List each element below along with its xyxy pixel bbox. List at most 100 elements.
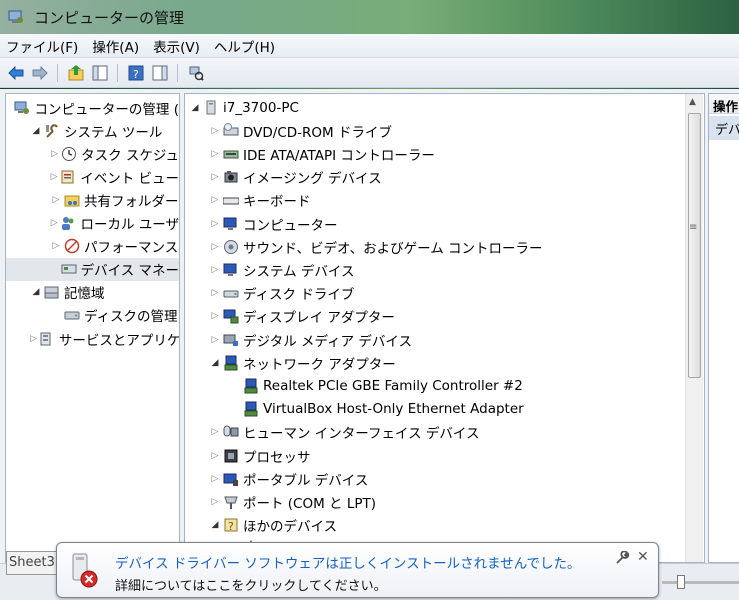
clock-icon (61, 146, 77, 162)
notification-balloon[interactable]: デバイス ドライバー ソフトウェアは正しくインストールされませんでした。 詳細に… (56, 542, 659, 598)
expanded-arrow-icon[interactable]: ◢ (30, 126, 42, 136)
actions-pane: 操作 デバ (708, 93, 739, 563)
device-tree-item-label: ほかのデバイス (243, 519, 338, 536)
collapsed-arrow-icon[interactable]: ▷ (209, 126, 221, 136)
console-tree-item-label: タスク スケジュ (81, 147, 179, 164)
device-tree-item-row[interactable]: ▷ ポータブル デバイス (185, 467, 704, 490)
expanded-arrow-icon[interactable]: ◢ (30, 287, 42, 297)
collapsed-arrow-icon[interactable]: ▷ (209, 172, 221, 182)
storage-icon (44, 284, 60, 300)
shared-folder-icon (64, 192, 80, 208)
device-tree-item-row[interactable]: ▷ システム デバイス (185, 258, 704, 281)
menu-help[interactable]: ヘルプ(H) (214, 36, 275, 56)
wrench-icon[interactable] (615, 551, 629, 565)
toolbar: ? (0, 58, 739, 88)
console-tree-item-row[interactable]: デバイス マネー (6, 257, 179, 281)
collapsed-arrow-icon[interactable]: ▷ (209, 288, 221, 298)
collapsed-arrow-icon[interactable]: ▷ (50, 149, 59, 159)
device-tree-item-row[interactable]: ▷ IDE ATA/ATAPI コントローラー (185, 142, 704, 165)
device-tree-item-row[interactable]: ▷ デジタル メディア デバイス (185, 328, 704, 351)
collapsed-arrow-icon[interactable]: ▷ (209, 451, 221, 461)
menu-action[interactable]: 操作(A) (92, 36, 139, 56)
balloon-title: デバイス ドライバー ソフトウェアは正しくインストールされませんでした。 (115, 556, 581, 572)
device-tree-item-row[interactable]: ▷ ディスク ドライブ (185, 282, 704, 305)
device-tree-item-row[interactable]: ▷ ヒューマン インターフェイス デバイス (185, 421, 704, 444)
device-tree-item-row[interactable]: ▷ コンピューター (185, 212, 704, 235)
expanded-arrow-icon[interactable]: ◢ (209, 520, 221, 530)
device-tree-item-row[interactable]: ▷ プロセッサ (185, 444, 704, 467)
device-tree-item-label: コンピューター (243, 217, 338, 234)
collapsed-arrow-icon[interactable]: ▷ (50, 195, 62, 205)
console-tree-icon (92, 65, 107, 80)
collapsed-arrow-icon[interactable]: ▷ (209, 195, 221, 205)
zoom-slider-thumb[interactable] (677, 575, 685, 589)
action-pane-icon (152, 65, 167, 80)
console-tree-item-row[interactable]: ディスクの管理 (6, 304, 179, 327)
svg-text:?: ? (228, 520, 234, 533)
forward-button[interactable] (30, 63, 49, 82)
console-tree-item-row[interactable]: ◢ 記憶域 (6, 281, 179, 304)
console-tree-item-row[interactable]: コンピューターの管理 ( (6, 96, 179, 119)
up-folder-button[interactable] (66, 63, 85, 82)
device-tree-item-row[interactable]: ◢ ネットワーク アダプター (185, 351, 704, 374)
collapsed-arrow-icon[interactable]: ▷ (50, 218, 58, 228)
device-tree-item-label: VirtualBox Host-Only Ethernet Adapter (263, 401, 524, 418)
actions-selected-item[interactable]: デバ (709, 116, 739, 140)
device-manager-icon (61, 261, 77, 277)
console-tree-item-row[interactable]: ▷ タスク スケジュ (6, 142, 179, 165)
collapsed-arrow-icon[interactable]: ▷ (30, 334, 37, 344)
collapsed-arrow-icon[interactable]: ▷ (209, 427, 221, 437)
zoom-slider-track[interactable] (662, 581, 739, 584)
collapsed-arrow-icon[interactable]: ▷ (209, 265, 221, 275)
console-tree-item-row[interactable]: ▷ 共有フォルダー (6, 188, 179, 211)
device-tree-item-row[interactable]: Realtek PCIe GBE Family Controller #2 (185, 374, 704, 397)
console-tree-item-row[interactable]: ▷ パフォーマンス (6, 235, 179, 258)
dvd-drive-icon (223, 122, 239, 139)
collapsed-arrow-icon[interactable]: ▷ (209, 497, 221, 507)
scan-hardware-button[interactable] (186, 63, 205, 82)
console-tree-item-row[interactable]: ◢ システム ツール (6, 119, 179, 142)
console-tree-item-row[interactable]: ▷ ローカル ユーザ (6, 212, 179, 235)
balloon-close-button[interactable]: ✕ (637, 549, 649, 565)
actions-header: 操作 (709, 94, 739, 114)
device-tree-item-label: ヒューマン インターフェイス デバイス (243, 426, 480, 443)
console-tree-item-row[interactable]: ▷ イベント ビュー (6, 165, 179, 188)
device-tree-item-row[interactable]: ◢? ほかのデバイス (185, 514, 704, 537)
show-hide-action-pane-button[interactable] (150, 63, 169, 82)
device-tree-item-row[interactable]: ▷ ディスプレイ アダプター (185, 305, 704, 328)
system-device-icon (223, 262, 239, 278)
device-tree-item-row[interactable]: ▷ イメージング デバイス (185, 166, 704, 189)
collapsed-arrow-icon[interactable]: ▷ (50, 172, 58, 182)
collapsed-arrow-icon[interactable]: ▷ (209, 149, 221, 159)
collapsed-arrow-icon[interactable]: ▷ (50, 241, 62, 251)
collapsed-arrow-icon[interactable]: ▷ (209, 311, 221, 321)
processor-icon (223, 448, 239, 464)
device-tree-item-row[interactable]: ▷ ポート (COM と LPT) (185, 490, 704, 513)
device-tree-item-row[interactable]: ▷ DVD/CD-ROM ドライブ (185, 119, 704, 142)
collapsed-arrow-icon[interactable]: ▷ (209, 335, 221, 345)
show-hide-tree-button[interactable] (90, 63, 109, 82)
collapsed-arrow-icon[interactable]: ▷ (209, 242, 221, 252)
expanded-arrow-icon[interactable]: ◢ (189, 103, 201, 113)
menu-view[interactable]: 表示(V) (153, 36, 200, 56)
device-tree-item-row[interactable]: VirtualBox Host-Only Ethernet Adapter (185, 398, 704, 421)
device-tree-item-row[interactable]: ▷ キーボード (185, 189, 704, 212)
console-tree-item-row[interactable]: ▷ サービスとアプリケ (6, 327, 179, 350)
back-button[interactable] (6, 63, 25, 82)
device-tree-item-row[interactable]: ◢ i7_3700-PC (185, 96, 704, 119)
device-error-icon (72, 553, 98, 588)
monitor-icon (223, 216, 239, 232)
help-button[interactable]: ? (126, 63, 145, 82)
portable-device-icon (223, 471, 239, 487)
collapsed-arrow-icon[interactable]: ▷ (209, 219, 221, 229)
device-tree-item-row[interactable]: ▷ サウンド、ビデオ、およびゲーム コントローラー (185, 235, 704, 258)
device-tree-item-label: ネットワーク アダプター (243, 356, 396, 373)
balloon-body: 詳細についてはここをクリックしてください。 (115, 579, 387, 594)
expanded-arrow-icon[interactable]: ◢ (209, 358, 221, 368)
console-tree-item-label: 記憶域 (64, 286, 105, 303)
menu-file[interactable]: ファイル(F) (6, 36, 78, 56)
console-tree-item-label: ローカル ユーザ (80, 217, 179, 233)
forward-arrow-icon (32, 65, 48, 80)
console-tree-pane: コンピューターの管理 (◢ システム ツール ▷ タスク スケジュ ▷ イベント ビュー ▷… (5, 93, 180, 563)
collapsed-arrow-icon[interactable]: ▷ (209, 474, 221, 484)
